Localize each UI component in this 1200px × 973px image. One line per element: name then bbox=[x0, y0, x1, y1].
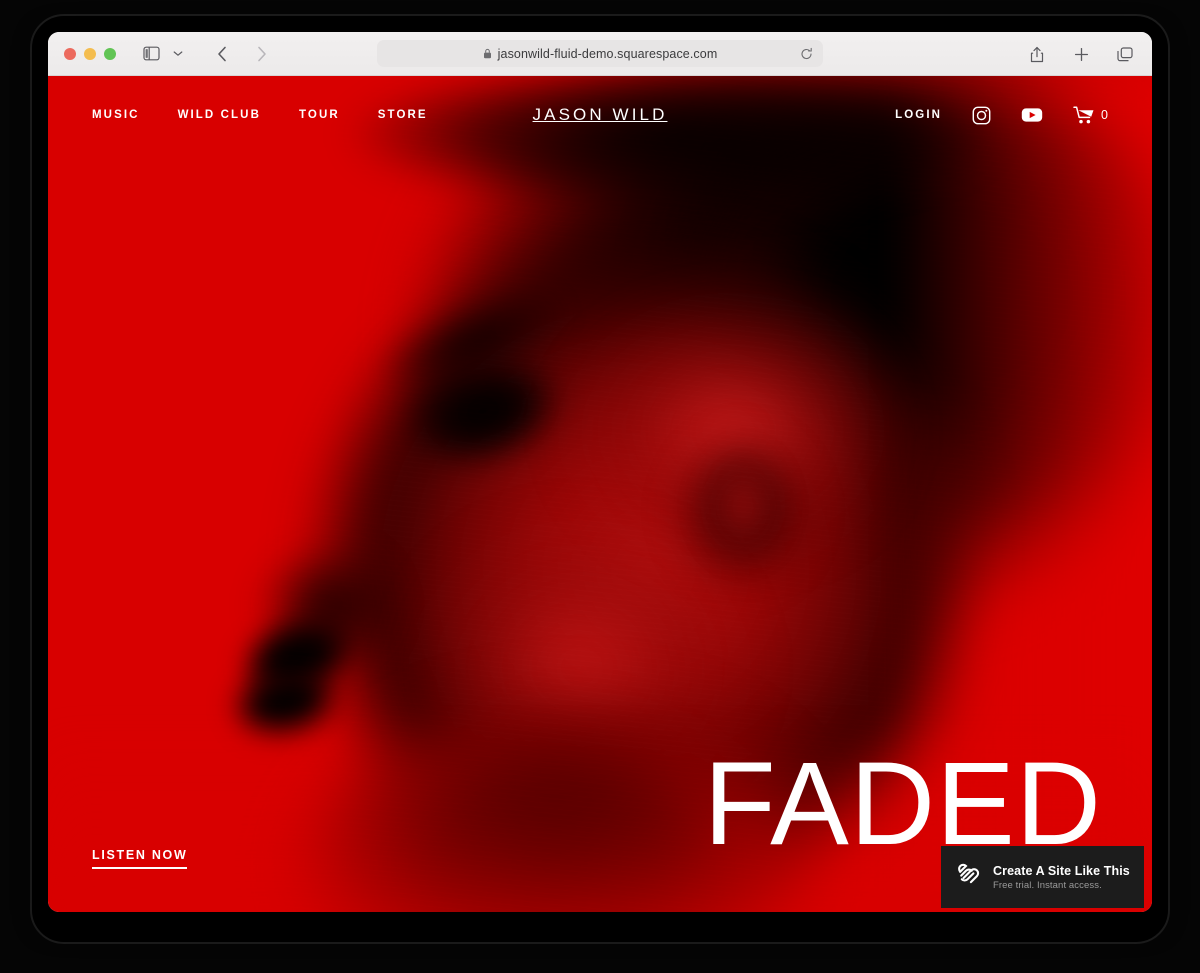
create-a-site-badge[interactable]: Create A Site Like This Free trial. Inst… bbox=[941, 846, 1144, 908]
back-arrow-icon[interactable] bbox=[209, 41, 235, 67]
nav-link-wild-club[interactable]: WILD CLUB bbox=[178, 109, 261, 121]
forward-arrow-icon[interactable] bbox=[249, 41, 275, 67]
website-viewport: MUSIC WILD CLUB TOUR STORE JASON WILD LO… bbox=[48, 76, 1152, 912]
share-icon[interactable] bbox=[1024, 41, 1050, 67]
browser-toolbar: jasonwild-fluid-demo.squarespace.com bbox=[48, 32, 1152, 76]
site-header: MUSIC WILD CLUB TOUR STORE JASON WILD LO… bbox=[48, 76, 1152, 154]
device-frame: jasonwild-fluid-demo.squarespace.com MUS… bbox=[0, 0, 1200, 973]
squarespace-logo-icon bbox=[955, 861, 982, 893]
sidebar-toggle-icon[interactable] bbox=[138, 41, 164, 67]
badge-text: Create A Site Like This Free trial. Inst… bbox=[993, 864, 1130, 891]
minimize-window-button[interactable] bbox=[84, 47, 96, 60]
listen-now-button[interactable]: LISTEN NOW bbox=[92, 848, 188, 869]
toolbar-right-actions bbox=[1024, 32, 1138, 76]
badge-subtitle: Free trial. Instant access. bbox=[993, 879, 1102, 891]
hero-title: FADED bbox=[703, 738, 1102, 871]
address-bar-text: jasonwild-fluid-demo.squarespace.com bbox=[497, 46, 718, 61]
chevron-down-icon[interactable] bbox=[165, 41, 191, 67]
plus-icon[interactable] bbox=[1068, 41, 1094, 67]
youtube-icon[interactable] bbox=[1021, 107, 1043, 123]
browser-window: jasonwild-fluid-demo.squarespace.com MUS… bbox=[48, 32, 1152, 912]
badge-title: Create A Site Like This bbox=[993, 863, 1130, 878]
cart-item-count: 0 bbox=[1101, 108, 1108, 122]
instagram-icon[interactable] bbox=[972, 106, 991, 125]
nav-link-music[interactable]: MUSIC bbox=[92, 109, 140, 121]
nav-link-store[interactable]: STORE bbox=[378, 109, 428, 121]
lock-icon bbox=[483, 48, 492, 59]
navigation-controls bbox=[209, 41, 275, 67]
close-window-button[interactable] bbox=[64, 47, 76, 60]
site-logo[interactable]: JASON WILD bbox=[533, 105, 668, 125]
address-bar[interactable]: jasonwild-fluid-demo.squarespace.com bbox=[377, 40, 823, 67]
nav-link-tour[interactable]: TOUR bbox=[299, 109, 340, 121]
shopping-cart-icon[interactable]: 0 bbox=[1073, 106, 1108, 125]
window-controls bbox=[64, 47, 116, 60]
login-link[interactable]: LOGIN bbox=[895, 109, 942, 121]
zoom-window-button[interactable] bbox=[104, 47, 116, 60]
reload-icon[interactable] bbox=[800, 47, 813, 60]
sidebar-controls bbox=[138, 41, 191, 67]
primary-navigation: MUSIC WILD CLUB TOUR STORE bbox=[92, 109, 428, 121]
tabs-overview-icon[interactable] bbox=[1112, 41, 1138, 67]
header-right-actions: LOGIN 0 bbox=[895, 106, 1108, 125]
